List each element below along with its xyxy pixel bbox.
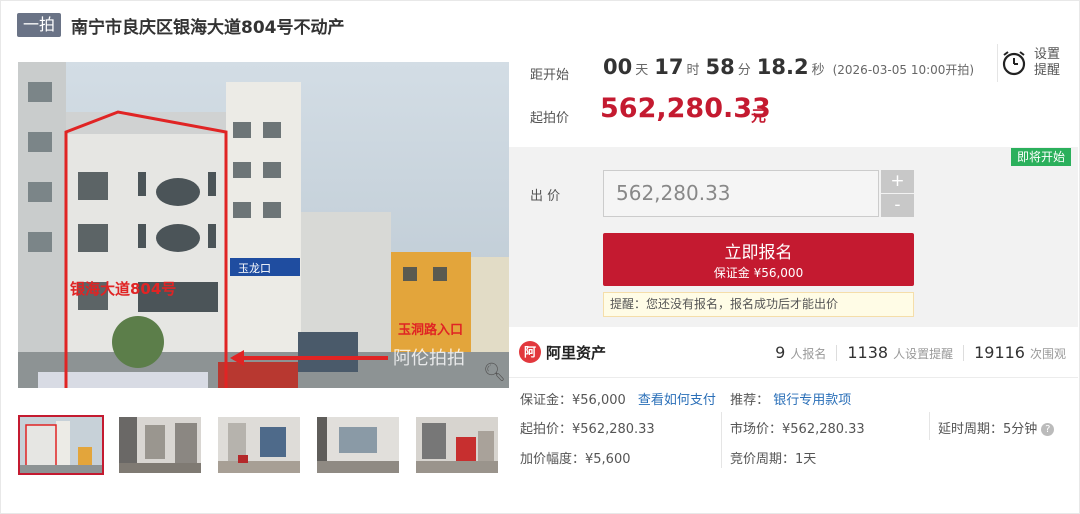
countdown-minutes-unit: 分 [737,63,751,78]
shop-sign-text: 玉龙口 [238,262,271,275]
start-price-info: 起拍价：¥562,280.33 [520,422,655,437]
divider [929,412,930,440]
signup-deposit: 保证金 ¥56,000 [713,266,804,280]
divider [509,377,1078,378]
magnifier-icon[interactable]: 🔍︎ [483,362,506,384]
auction-stats: 9 人报名 1138 人设置提醒 19116 次围观 [775,343,1066,362]
start-price-label: 起拍价 [530,111,570,126]
bank-special-link[interactable]: 银行专用款项 [773,393,851,408]
view-count-label: 次围观 [1029,347,1066,361]
thumbnail-strip [18,415,513,475]
status-badge: 即将开始 [1010,148,1071,166]
recommend-label: 推荐： [730,393,770,408]
how-to-pay-link[interactable]: 查看如何支付 [638,393,716,408]
divider [721,412,722,468]
countdown-days: 00 [603,55,633,79]
view-count: 19116 [974,343,1025,362]
delay-period-text: 延时周期：5分钟 [938,422,1038,437]
deposit-info: 保证金：¥56,000 查看如何支付 推荐： 银行专用款项 [520,389,851,408]
increment-info: 加价幅度：¥5,600 [520,452,631,467]
title-row: 一拍 南宁市良庆区银海大道804号不动产 [17,11,345,39]
watermark-text: 阿伦拍拍 [393,348,465,369]
page-title: 南宁市良庆区银海大道804号不动产 [71,17,345,38]
set-reminder-label: 设置 提醒 [1034,47,1062,79]
divider [836,344,838,361]
deposit-text: 保证金：¥56,000 [520,393,626,408]
delay-period-info: 延时周期：5分钟? [938,418,1055,437]
increase-bid-button[interactable]: + [881,170,914,193]
countdown-days-unit: 天 [635,63,649,78]
bid-label: 出 价 [530,189,561,204]
countdown: 00 天 17 时 58 分 18.2 秒 (2026-03-05 10:00开… [603,55,974,79]
start-price-value: 562,280.33 [600,93,771,124]
platform-name: 阿里资产 [546,343,607,362]
market-price-info: 市场价：¥562,280.33 [730,422,865,437]
decrease-bid-button[interactable]: - [881,194,914,217]
signup-count: 9 [775,343,786,362]
divider [963,344,965,361]
road-entrance-overlay: 玉洞路入口 [398,322,463,338]
countdown-label: 距开始 [530,68,570,83]
main-photo[interactable]: 玉龙口 银海大道804号 玉洞路入口 阿伦拍拍 🔍︎ [18,62,509,388]
set-reminder-line1: 设置 [1034,47,1061,62]
thumbnail-4[interactable] [315,415,401,475]
countdown-seconds-unit: 秒 [811,63,825,78]
reminder-count-label: 人设置提醒 [893,347,954,361]
platform-brand[interactable]: 阿 阿里资产 [519,341,606,363]
alarm-clock-icon [1002,51,1026,76]
countdown-minutes: 58 [705,55,735,79]
signup-tip: 提醒：您还没有报名，报名成功后才能出价 [603,292,914,317]
thumbnail-2[interactable] [117,415,203,475]
countdown-hours: 17 [654,55,684,79]
divider [997,44,998,82]
reminder-count: 1138 [847,343,889,362]
auction-type-badge: 一拍 [17,13,62,37]
set-reminder-line2: 提醒 [1034,63,1061,78]
countdown-seconds: 18.2 [756,55,809,79]
thumbnail-3[interactable] [216,415,302,475]
signup-button-label: 立即报名 [724,243,793,263]
bid-period-info: 竞价周期：1天 [730,452,817,467]
start-price-unit: 元 [751,107,767,125]
signup-count-label: 人报名 [790,347,827,361]
signup-button[interactable]: 立即报名 保证金 ¥56,000 [603,233,914,286]
auction-start-time: (2026-03-05 10:00开拍) [832,63,975,77]
building-photo: 玉龙口 银海大道804号 玉洞路入口 阿伦拍拍 [18,62,509,388]
bid-amount-input[interactable]: 562,280.33 [603,170,879,217]
thumbnail-5[interactable] [414,415,500,475]
thumbnail-1[interactable] [18,415,104,475]
set-reminder-button[interactable]: 设置 提醒 [1001,47,1062,79]
help-icon[interactable]: ? [1041,423,1055,436]
property-address-overlay: 银海大道804号 [70,280,176,298]
countdown-hours-unit: 时 [686,63,700,78]
ali-assets-logo-icon: 阿 [519,341,541,363]
